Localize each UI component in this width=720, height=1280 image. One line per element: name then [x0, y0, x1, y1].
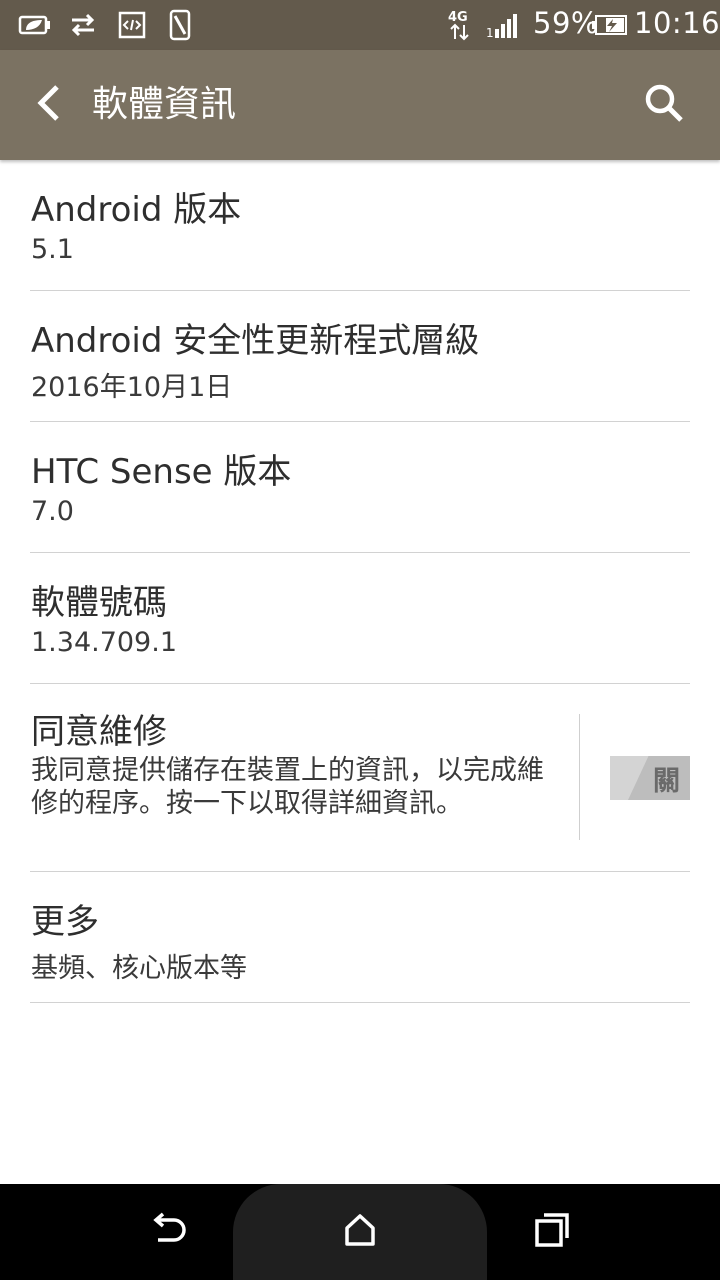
battery-percent: 59%: [533, 6, 599, 40]
navigation-bar: [0, 1184, 720, 1280]
item-subtitle: 7.0: [31, 496, 74, 527]
svg-text:1: 1: [486, 26, 494, 39]
item-title: Android 版本: [31, 190, 242, 230]
list-item-security-patch[interactable]: Android 安全性更新程式層級 2016年10月1日: [30, 291, 690, 422]
app-bar: 軟體資訊: [0, 50, 720, 160]
developer-code-icon: [118, 9, 146, 41]
item-description: 我同意提供儲存在裝置上的資訊，以完成維修的程序。按一下以取得詳細資訊。: [31, 755, 544, 819]
nav-home-button[interactable]: [330, 1202, 390, 1262]
item-subtitle: 2016年10月1日: [31, 372, 233, 403]
battery-charging-icon: [592, 9, 628, 41]
repair-consent-toggle[interactable]: 關: [610, 756, 690, 800]
search-icon: [644, 83, 684, 127]
list-item-more[interactable]: 更多 基頻、核心版本等: [30, 872, 690, 1003]
item-title: 同意維修: [31, 712, 167, 752]
item-subtitle: 5.1: [31, 234, 74, 265]
page-title: 軟體資訊: [92, 84, 237, 125]
back-button[interactable]: [20, 75, 80, 135]
signal-bars-icon: 1: [486, 9, 522, 41]
nav-recents-button[interactable]: [522, 1202, 582, 1262]
item-subtitle: 基頻、核心版本等: [31, 953, 247, 984]
nav-home-icon: [342, 1212, 378, 1252]
nav-recents-icon: [534, 1212, 570, 1252]
settings-list: Android 版本 5.1 Android 安全性更新程式層級 2016年10…: [30, 160, 690, 1003]
clock: 10:16: [634, 6, 720, 40]
list-item-repair-consent[interactable]: 同意維修 我同意提供儲存在裝置上的資訊，以完成維修的程序。按一下以取得詳細資訊。…: [30, 684, 690, 872]
item-title: 更多: [31, 902, 99, 942]
item-title: 軟體號碼: [31, 583, 167, 623]
sync-arrows-icon: [68, 9, 98, 41]
nav-back-button[interactable]: [138, 1202, 198, 1262]
list-item-software-number[interactable]: 軟體號碼 1.34.709.1: [30, 553, 690, 684]
toggle-label: 關: [653, 766, 680, 797]
network-4g-icon: 4G: [446, 9, 476, 41]
network-label: 4G: [448, 10, 468, 25]
item-title: Android 安全性更新程式層級: [31, 321, 480, 361]
list-item-sense-version[interactable]: HTC Sense 版本 7.0: [30, 422, 690, 553]
toggle-divider: [579, 714, 580, 840]
leaf-battery-saver-icon: [18, 9, 54, 41]
search-button[interactable]: [634, 75, 694, 135]
status-bar: 4G 1 59% 10:16: [0, 0, 720, 50]
screenshot-icon: [168, 9, 192, 41]
item-title: HTC Sense 版本: [31, 452, 292, 492]
back-arrow-icon: [35, 83, 65, 127]
item-subtitle: 1.34.709.1: [31, 627, 177, 658]
nav-back-icon: [148, 1212, 188, 1252]
list-item-android-version[interactable]: Android 版本 5.1: [30, 160, 690, 291]
